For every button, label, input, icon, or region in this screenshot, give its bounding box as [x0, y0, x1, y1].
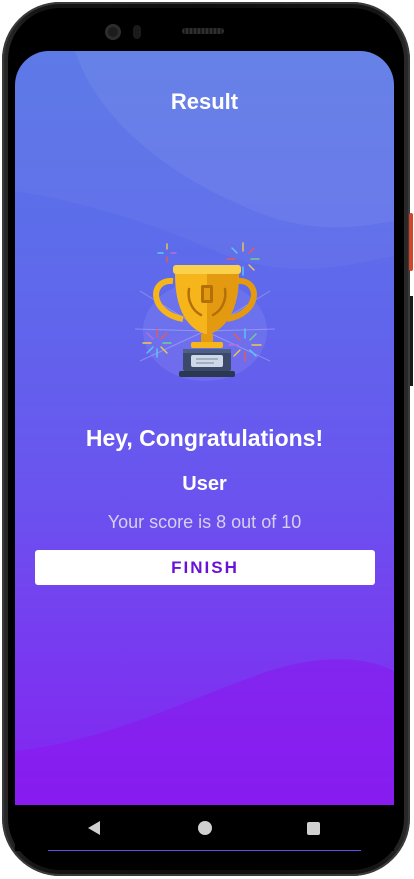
- score-text: Your score is 8 out of 10: [107, 512, 302, 532]
- recents-icon[interactable]: [307, 822, 320, 835]
- back-icon[interactable]: [88, 821, 100, 835]
- page-title: Result: [170, 89, 239, 114]
- trophy-icon: [135, 242, 275, 381]
- earpiece-speaker: [182, 28, 224, 34]
- gesture-indicator: [48, 850, 361, 851]
- front-camera-icon: [105, 24, 121, 40]
- volume-button: [410, 296, 413, 386]
- sensor-icon: [133, 25, 141, 39]
- power-button: [409, 213, 413, 271]
- result-screen: Result Hey, Congratulations! User Your s…: [15, 51, 394, 805]
- system-navigation-bar: [15, 805, 394, 851]
- home-icon[interactable]: [198, 821, 212, 835]
- congratulations-heading: Hey, Congratulations!: [85, 425, 324, 451]
- phone-device: Result Hey, Congratulations! User Your s…: [0, 0, 414, 879]
- finish-button[interactable]: FINISH: [35, 550, 375, 585]
- username-label: User: [182, 473, 227, 495]
